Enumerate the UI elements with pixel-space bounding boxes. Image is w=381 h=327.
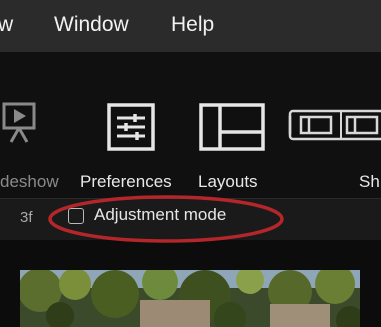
slideshow-label: deshow [0,172,59,191]
adjustment-mode-checkbox[interactable] [68,208,84,224]
layouts-icon [199,103,265,151]
layouts-button[interactable]: Layouts [190,52,275,198]
slideshow-button[interactable]: deshow [0,52,70,198]
adjustment-mode-label[interactable]: Adjustment mode [94,205,226,225]
photo-preview[interactable] [20,270,360,327]
menu-item-window[interactable]: Window [54,13,129,37]
menu-item-view[interactable]: w [0,13,13,37]
slideshow-icon [2,102,36,143]
preferences-label: Preferences [80,172,172,191]
view-mode-icon [288,109,381,141]
menu-item-help[interactable]: Help [171,13,214,37]
zoom-label: 3f [20,209,33,226]
menu-bar: w Window Help [0,0,381,52]
preferences-icon [107,103,155,151]
photo-image [20,270,360,327]
layouts-label: Layouts [198,172,258,191]
preferences-button[interactable]: Preferences [78,52,188,198]
show-label: Sh [359,172,380,191]
toolbar: deshow Preferences Layouts Sh [0,52,381,198]
show-button[interactable]: Sh [285,52,381,198]
